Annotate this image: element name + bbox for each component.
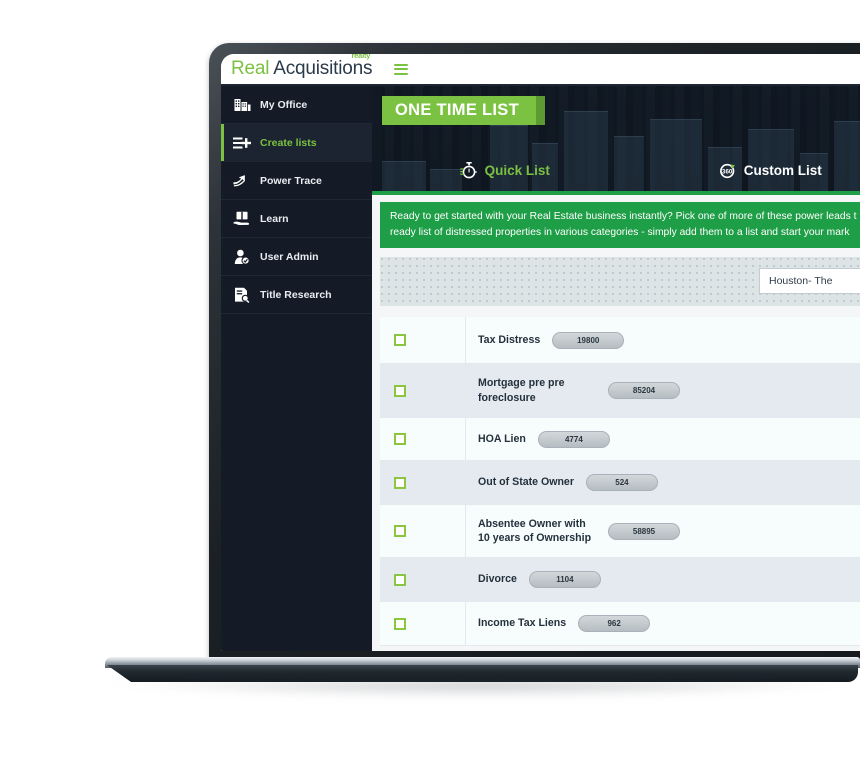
- table-row[interactable]: Income Tax Liens 962: [380, 602, 860, 646]
- table-cell-label: Tax Distress 19800: [466, 317, 860, 363]
- row-label: Out of State Owner: [478, 476, 574, 489]
- filter-bar: Houston- The: [380, 257, 860, 306]
- info-banner: Ready to get started with your Real Esta…: [380, 202, 860, 248]
- hero-banner: ONE TIME LIST Quick List 360 Custom List: [372, 86, 860, 191]
- row-checkbox[interactable]: [394, 476, 406, 489]
- laptop-mockup: Real Acquisitions realty My Office Creat…: [0, 0, 860, 782]
- info-banner-line-one: Ready to get started with your Real Esta…: [390, 211, 857, 222]
- sidebar-item-label: User Admin: [260, 250, 319, 263]
- one-time-list-badge: ONE TIME LIST: [382, 96, 536, 125]
- location-select[interactable]: Houston- The: [759, 268, 860, 294]
- table-cell-label: Divorce 1104: [466, 558, 860, 601]
- row-label: Divorce: [478, 573, 517, 586]
- info-banner-line-two: ready list of distressed properties in v…: [390, 226, 850, 238]
- table-row[interactable]: Divorce 1104: [380, 558, 860, 602]
- list-table: Tax Distress 19800 Mortgage pre pre fore…: [380, 317, 860, 646]
- row-checkbox[interactable]: [394, 433, 406, 445]
- row-count-badge: 4774: [537, 430, 610, 448]
- sidebar-item-label: Create lists: [260, 136, 317, 149]
- tab-label: Quick List: [484, 162, 550, 178]
- svg-text:360: 360: [722, 168, 733, 175]
- brand-word-two: Acquisitions: [273, 58, 373, 79]
- tab-label: Custom List: [743, 162, 822, 178]
- laptop-screen: Real Acquisitions realty My Office Creat…: [221, 54, 860, 651]
- table-cell-checkbox: [380, 364, 466, 417]
- user-check-icon: [233, 248, 251, 266]
- sidebar-item-create-lists[interactable]: Create lists: [221, 124, 372, 162]
- office-building-icon: [233, 96, 251, 114]
- sidebar-item-label: Learn: [260, 212, 289, 225]
- row-checkbox[interactable]: [394, 573, 406, 586]
- row-label: HOA Lien: [478, 432, 526, 445]
- sidebar-item-user-admin[interactable]: User Admin: [221, 238, 372, 276]
- skyline-block: [834, 121, 860, 191]
- table-cell-checkbox: [380, 602, 466, 645]
- sidebar-item-label: My Office: [260, 98, 308, 111]
- skyline-block: [650, 119, 702, 191]
- table-row[interactable]: Absentee Owner with 10 years of Ownershi…: [380, 505, 860, 558]
- application-window: Real Acquisitions realty My Office Creat…: [221, 54, 860, 651]
- row-count-badge: 85204: [608, 382, 680, 399]
- sidebar-navigation: My Office Create lists Power Trace Learn…: [221, 86, 372, 651]
- row-checkbox[interactable]: [394, 617, 406, 630]
- sidebar-item-learn[interactable]: Learn: [221, 200, 372, 238]
- stopwatch-icon: [460, 161, 478, 179]
- table-row[interactable]: Tax Distress 19800: [380, 317, 860, 364]
- hamburger-bar: [394, 68, 409, 70]
- table-row[interactable]: Mortgage pre pre foreclosure 85204: [380, 364, 860, 418]
- row-label: Mortgage pre pre foreclosure: [478, 377, 565, 404]
- book-hand-icon: [233, 210, 251, 228]
- table-cell-checkbox: [380, 317, 466, 363]
- arrow-trace-icon: [233, 172, 251, 190]
- list-plus-icon: [233, 134, 251, 152]
- row-count-badge: 58895: [608, 522, 680, 540]
- table-cell-label: Income Tax Liens 962: [466, 602, 860, 645]
- sidebar-item-title-research[interactable]: Title Research: [221, 276, 372, 314]
- hero-green-divider: [372, 191, 860, 195]
- row-count-badge: 524: [585, 474, 658, 491]
- brand-superscript: realty: [351, 54, 371, 60]
- sidebar-item-label: Power Trace: [260, 174, 322, 187]
- skyline-block: [748, 129, 794, 191]
- sidebar-item-power-trace[interactable]: Power Trace: [221, 162, 372, 200]
- row-checkbox[interactable]: [394, 384, 406, 397]
- hamburger-bar: [394, 63, 409, 66]
- row-checkbox[interactable]: [394, 525, 406, 537]
- badge-tail: [536, 96, 545, 125]
- brand-word-one: Real: [231, 58, 270, 79]
- sidebar-item-label: Title Research: [260, 288, 332, 301]
- row-count-badge: 962: [578, 615, 651, 632]
- hamburger-bar: [394, 72, 409, 75]
- skyline-block: [490, 125, 528, 191]
- table-row[interactable]: Out of State Owner 524: [380, 461, 860, 505]
- table-cell-label: Absentee Owner with 10 years of Ownershi…: [466, 505, 860, 557]
- table-cell-checkbox: [380, 558, 466, 601]
- main-content: ONE TIME LIST Quick List 360 Custom List…: [372, 86, 860, 651]
- document-search-icon: [233, 286, 251, 304]
- laptop-shadow: [110, 681, 850, 699]
- 360-refresh-icon: 360: [719, 161, 737, 179]
- tab-custom-list[interactable]: 360 Custom List: [638, 161, 860, 179]
- app-topbar: Real Acquisitions realty: [221, 54, 860, 86]
- hero-tabs: Quick List 360 Custom List: [372, 161, 860, 179]
- table-cell-checkbox: [380, 418, 466, 460]
- row-label: Income Tax Liens: [478, 617, 567, 630]
- hamburger-icon[interactable]: [394, 63, 409, 75]
- skyline-block: [564, 111, 608, 191]
- sidebar-item-my-office[interactable]: My Office: [221, 86, 372, 124]
- table-cell-label: Out of State Owner 524: [466, 461, 860, 504]
- table-cell-checkbox: [380, 505, 466, 557]
- table-cell-label: Mortgage pre pre foreclosure 85204: [466, 364, 860, 417]
- brand-logo[interactable]: Real Acquisitions realty: [231, 54, 373, 80]
- row-label: Tax Distress: [478, 333, 541, 346]
- row-count-badge: 1104: [528, 571, 601, 588]
- table-row[interactable]: HOA Lien 4774: [380, 418, 860, 461]
- tab-quick-list[interactable]: Quick List: [372, 161, 638, 179]
- row-count-badge: 19800: [552, 331, 625, 349]
- row-label: Absentee Owner with 10 years of Ownershi…: [478, 517, 592, 545]
- laptop-base-body: [107, 665, 858, 682]
- row-checkbox[interactable]: [394, 334, 406, 346]
- table-cell-label: HOA Lien 4774: [466, 418, 860, 460]
- table-cell-checkbox: [380, 461, 466, 504]
